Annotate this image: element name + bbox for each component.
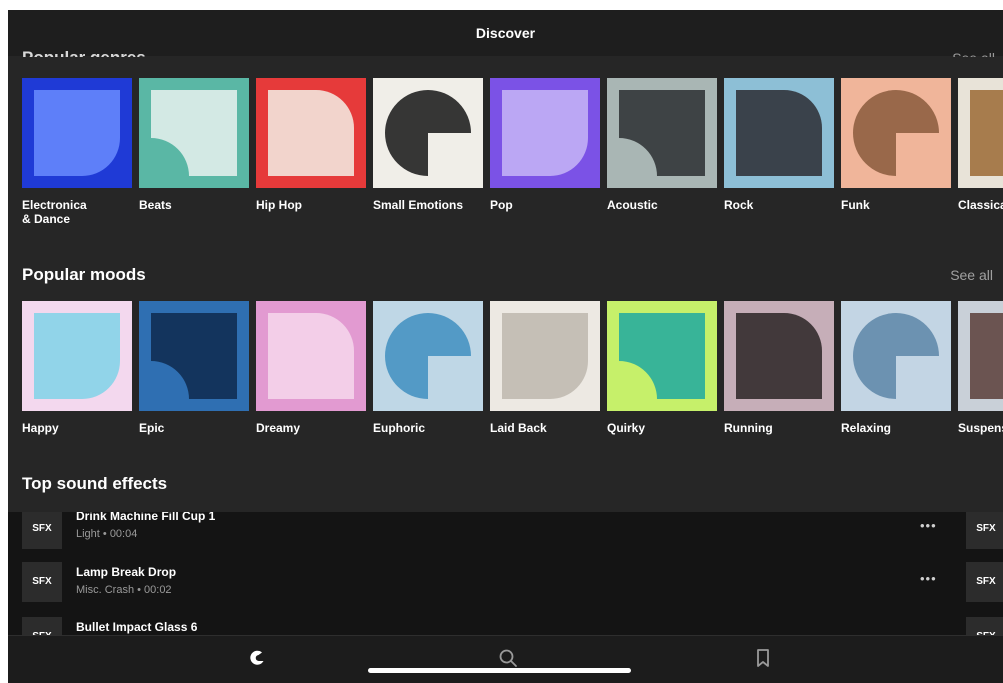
moods-artwork bbox=[373, 301, 483, 411]
genres-card-label: Classica bbox=[958, 198, 1003, 212]
more-options-icon[interactable]: ••• bbox=[920, 518, 937, 533]
sfx-thumbnail-next-column[interactable]: SFX bbox=[966, 512, 1003, 549]
genres-section-title: Popular genres bbox=[22, 43, 146, 57]
moods-artwork bbox=[139, 301, 249, 411]
sfx-title: Drink Machine Fill Cup 1 bbox=[76, 512, 216, 523]
genres-artwork bbox=[256, 78, 366, 188]
genres-card-label: Funk bbox=[841, 198, 870, 212]
moods-card-label: Quirky bbox=[607, 421, 646, 435]
moods-artwork bbox=[841, 301, 951, 411]
sfx-thumbnail-next-column[interactable]: SFX bbox=[966, 562, 1003, 602]
sfx-thumbnail: SFX bbox=[22, 617, 62, 635]
genres-card-label: Beats bbox=[139, 198, 172, 212]
genres-card-label: Electronica & Dance bbox=[22, 198, 87, 226]
moods-card-label: Euphoric bbox=[373, 421, 426, 435]
moods-see-all-link[interactable]: See all bbox=[950, 267, 993, 283]
more-options-icon[interactable]: ••• bbox=[920, 571, 937, 586]
moods-artwork bbox=[490, 301, 600, 411]
top-bar: Discover Popular genres See all bbox=[8, 10, 1003, 57]
genres-artwork bbox=[724, 78, 834, 188]
bookmark-icon[interactable] bbox=[751, 646, 775, 670]
sound-effects-section-title: Top sound effects bbox=[22, 474, 168, 493]
moods-card-label: Laid Back bbox=[490, 421, 547, 435]
home-logo-icon[interactable] bbox=[245, 646, 269, 670]
genres-card-label: Rock bbox=[724, 198, 754, 212]
sfx-list-item[interactable]: SFX Drink Machine Fill Cup 1 Light • 00:… bbox=[8, 512, 1003, 564]
genres-card-label: Pop bbox=[490, 198, 513, 212]
moods-artwork bbox=[607, 301, 717, 411]
genres-artwork bbox=[841, 78, 951, 188]
sfx-thumbnail: SFX bbox=[22, 512, 62, 549]
sfx-title: Lamp Break Drop bbox=[76, 565, 177, 579]
sfx-meta: Misc. Crash • 00:02 bbox=[76, 584, 172, 596]
bottom-tab-bar bbox=[8, 635, 1003, 683]
genres-see-all-link[interactable]: See all bbox=[952, 43, 995, 57]
home-indicator bbox=[368, 668, 631, 673]
sfx-meta: Light • 00:04 bbox=[76, 528, 138, 540]
moods-card-label: Relaxing bbox=[841, 421, 892, 435]
genres-artwork bbox=[22, 78, 132, 188]
genres-card-label: Hip Hop bbox=[256, 198, 302, 212]
moods-artwork bbox=[256, 301, 366, 411]
sfx-list-item[interactable]: SFX Bullet Impact Glass 6 SFX bbox=[8, 617, 1003, 635]
genres-artwork bbox=[490, 78, 600, 188]
app-window: Discover Popular genres See all Electron… bbox=[8, 10, 1003, 683]
moods-section-title: Popular moods bbox=[22, 265, 146, 284]
genres-artwork bbox=[607, 78, 717, 188]
sound-effects-list: SFX Drink Machine Fill Cup 1 Light • 00:… bbox=[8, 512, 1003, 635]
sfx-thumbnail: SFX bbox=[22, 562, 62, 602]
moods-card-label: Running bbox=[724, 421, 773, 435]
moods-artwork bbox=[22, 301, 132, 411]
sfx-title: Bullet Impact Glass 6 bbox=[76, 620, 198, 634]
moods-artwork bbox=[724, 301, 834, 411]
genres-artwork bbox=[958, 78, 1003, 188]
genres-artwork bbox=[373, 78, 483, 188]
search-icon[interactable] bbox=[496, 646, 520, 670]
page-title: Discover bbox=[475, 25, 536, 41]
genres-card-label: Small Emotions bbox=[373, 198, 464, 212]
moods-card-label: Happy bbox=[22, 421, 59, 435]
genres-artwork bbox=[139, 78, 249, 188]
genres-card-label: Acoustic bbox=[607, 198, 658, 212]
moods-card-label: Epic bbox=[139, 421, 165, 435]
moods-artwork bbox=[958, 301, 1003, 411]
sfx-thumbnail-next-column[interactable]: SFX bbox=[966, 617, 1003, 635]
sfx-list-item[interactable]: SFX Lamp Break Drop Misc. Crash • 00:02 … bbox=[8, 562, 1003, 614]
moods-card-label: Suspens bbox=[958, 421, 1003, 435]
moods-card-label: Dreamy bbox=[256, 421, 301, 435]
